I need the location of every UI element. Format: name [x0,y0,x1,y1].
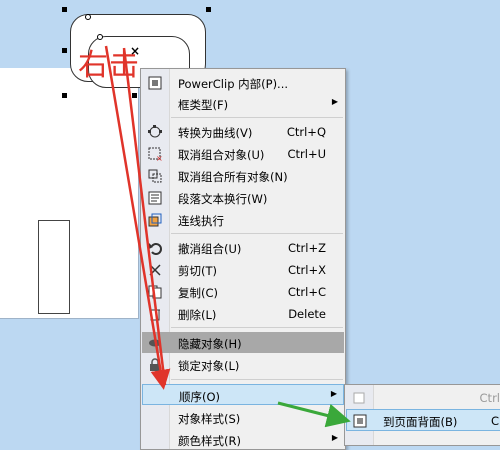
cut-icon [147,262,163,277]
menu-item-frame-type[interactable]: 框类型(F) ▶ [142,93,344,114]
submenu-arrow-icon: ▶ [331,97,338,106]
submenu-arrow-icon: ▶ [330,389,337,398]
menu-item-connector[interactable]: 连线执行 [142,209,344,230]
menu-item-object-styles[interactable]: 对象样式(S) ▶ [142,407,344,428]
to-back-of-page-icon [352,413,368,428]
menu-item-ungroup-all[interactable]: 取消组合所有对象(N) [142,165,344,186]
menu-item-cut[interactable]: 剪切(T) Ctrl+X [142,259,344,280]
page-area[interactable] [0,68,139,319]
connector-icon [147,212,163,227]
menu-separator [171,233,343,234]
selection-handle[interactable] [132,93,137,98]
menu-item-lock-object[interactable]: 锁定对象(L) [142,354,344,375]
copy-icon [147,284,163,299]
menu-item-convert-curves[interactable]: 转换为曲线(V) Ctrl+Q [142,121,344,142]
svg-text:×: × [156,154,162,161]
menu-item-powerclip[interactable]: PowerClip 内部(P)... [142,72,344,93]
menu-item-copy[interactable]: 复制(C) Ctrl+C [142,281,344,302]
submenu-arrow-icon: ▶ [331,411,338,420]
menu-separator [171,327,343,328]
annotation-right-click: 右击 [78,48,140,83]
submenu-arrow-icon: ▶ [331,433,338,442]
submenu-item-to-back-of-page[interactable]: 到页面背面(B) C [346,409,500,431]
menu-item-delete[interactable]: 删除(L) Delete [142,303,344,324]
menu-separator [171,379,343,380]
selection-handle[interactable] [85,14,91,20]
rectangle-object[interactable] [38,220,70,314]
selection-handle[interactable] [62,93,67,98]
undo-icon [147,240,163,255]
ungroup-icon: × [147,146,163,161]
menu-item-hide-object[interactable]: 隐藏对象(H) [142,332,344,353]
selection-handle[interactable] [62,48,67,53]
delete-icon [147,306,163,321]
order-icon [351,390,367,405]
context-menu: PowerClip 内部(P)... 框类型(F) ▶ 转换为曲线(V) Ctr… [140,68,346,450]
ungroup-all-icon [147,168,163,183]
menu-item-ungroup[interactable]: × 取消组合对象(U) Ctrl+U [142,143,344,164]
menu-item-undo-group[interactable]: 撤消组合(U) Ctrl+Z [142,237,344,258]
selection-handle[interactable] [62,7,67,12]
menu-item-text-wrap[interactable]: 段落文本换行(W) [142,187,344,208]
powerclip-icon [147,75,163,90]
text-wrap-icon [147,190,163,205]
menu-item-color-styles[interactable]: 颜色样式(R) ▶ [142,429,344,450]
menu-item-order[interactable]: 顺序(O) ▶ [142,384,344,405]
lock-icon [147,357,163,372]
submenu-item-to-front[interactable]: Ctrl [346,387,500,409]
convert-curves-icon [147,124,163,139]
hide-icon [147,335,163,350]
selection-handle[interactable] [206,7,211,12]
menu-separator [171,117,343,118]
order-submenu: Ctrl 到页面背面(B) C [344,384,500,446]
